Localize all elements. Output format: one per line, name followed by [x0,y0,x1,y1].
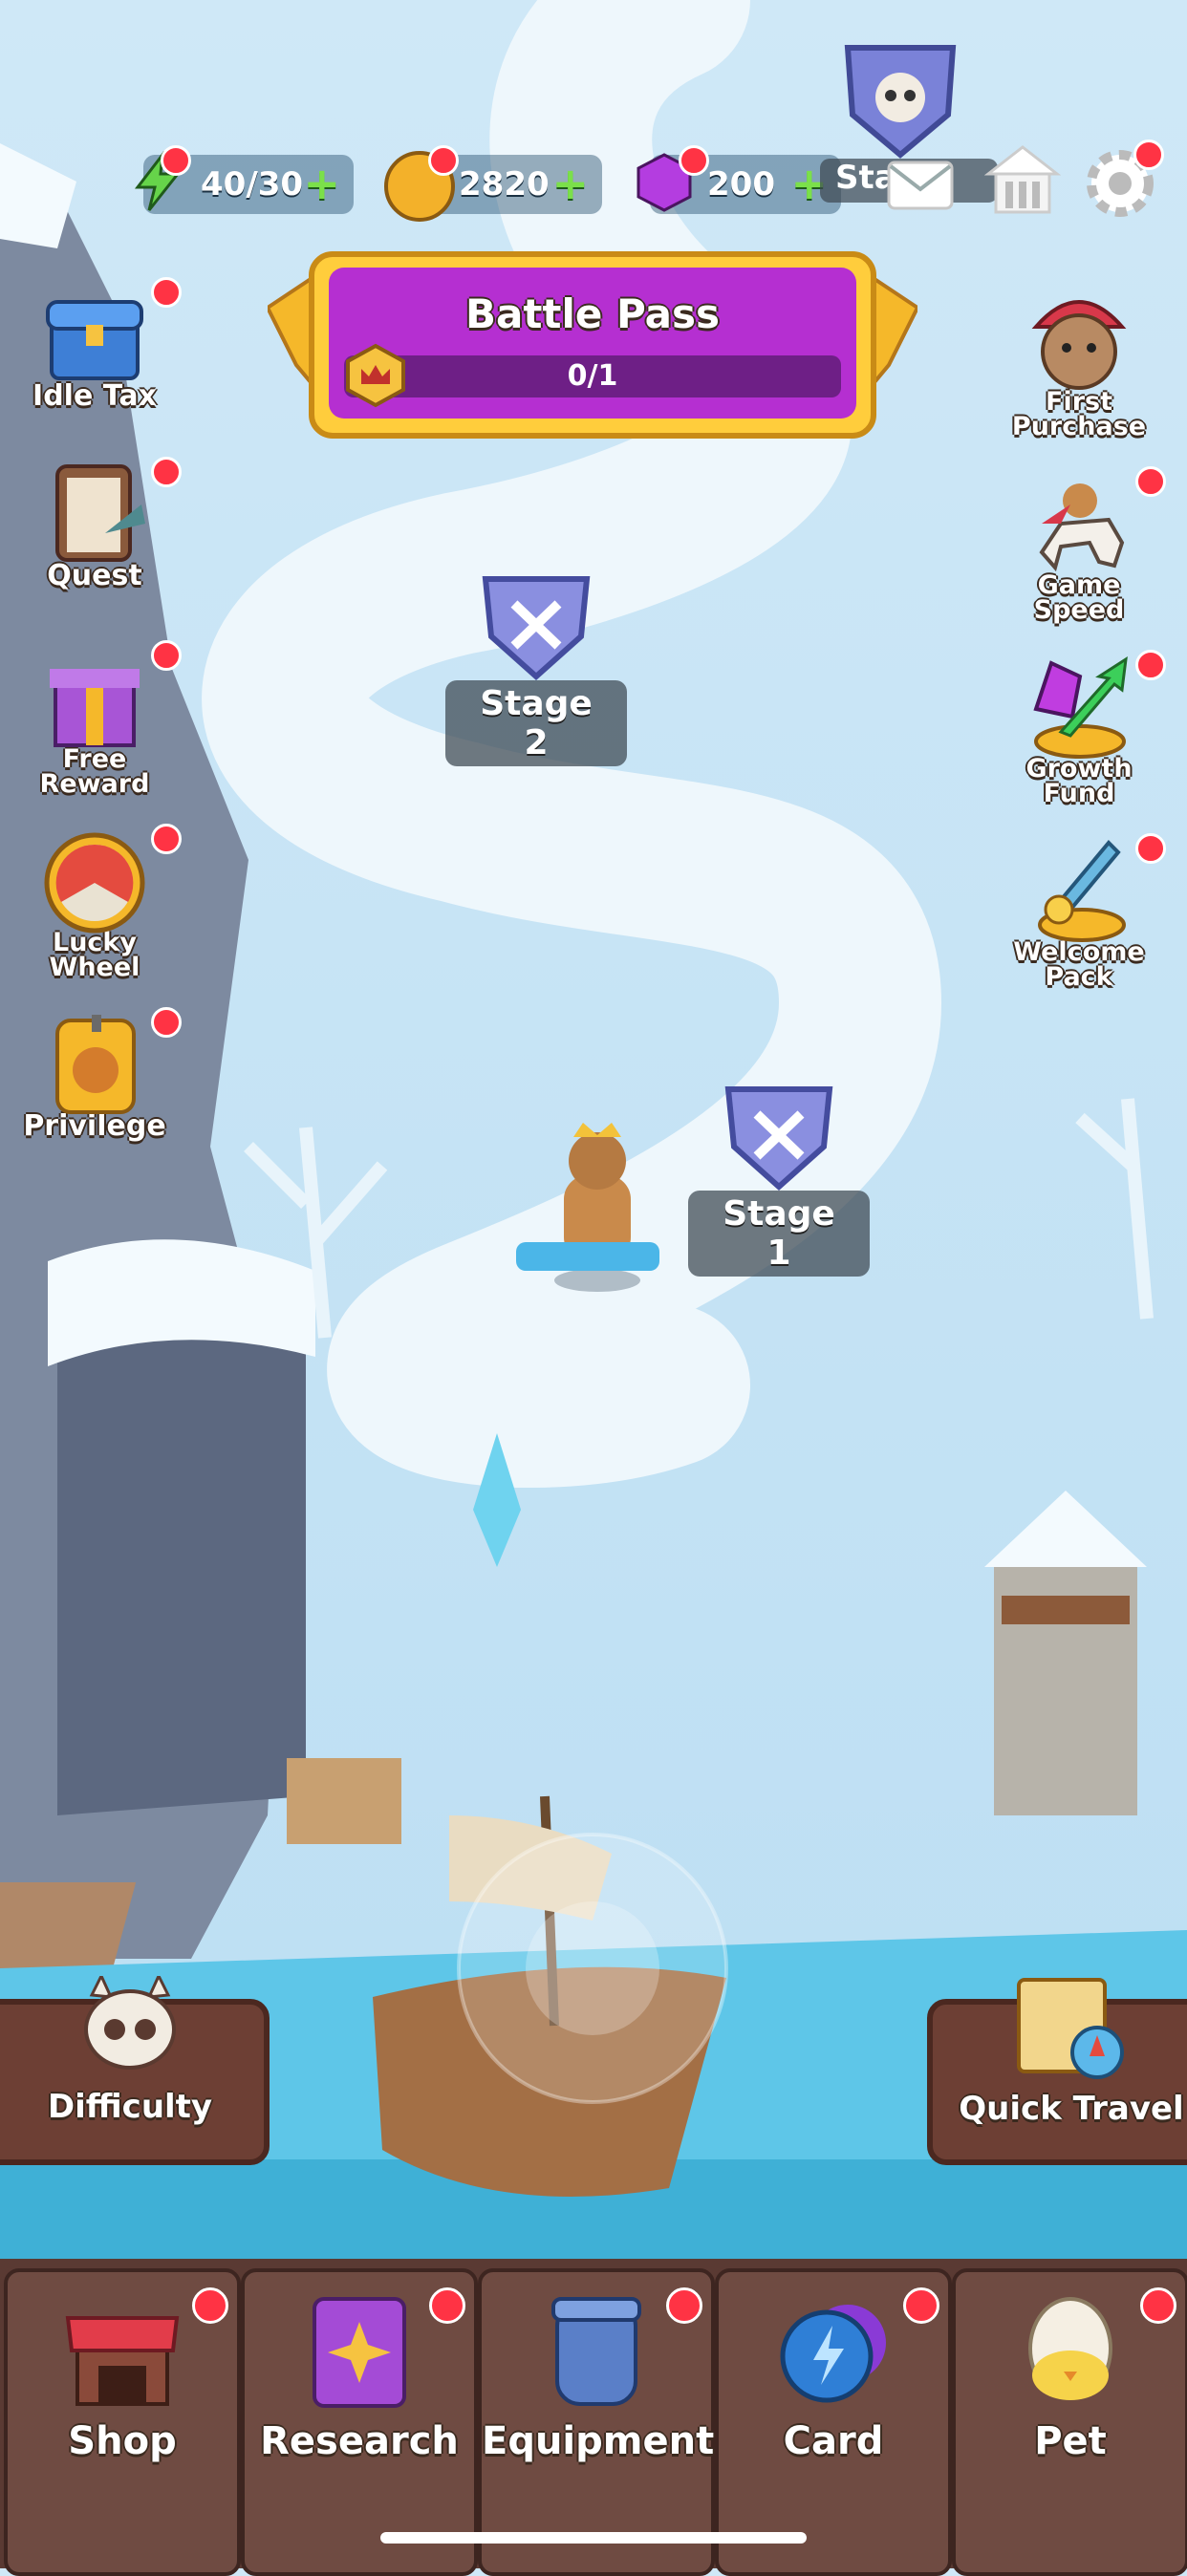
nav-research[interactable]: Research [241,2268,478,2576]
gear-icon[interactable] [1080,140,1164,224]
battle-pass-progress-bar: 0/1 [344,355,841,397]
difficulty-label: Difficulty [47,2088,213,2126]
skull-shield-icon [844,45,957,159]
mail-icon[interactable] [887,161,954,210]
nav-shop-label: Shop [68,2419,177,2463]
gem-counter[interactable]: 200 + [637,145,841,214]
egg-chick-icon [1008,2287,1176,2414]
gold-counter[interactable]: 2820 + [384,145,602,222]
research-badge [429,2287,465,2324]
energy-badge [161,145,191,176]
card-lightning-icon [771,2287,939,2414]
idle-tax-badge [151,277,182,308]
horse-rider-icon [1023,466,1166,579]
nav-card[interactable]: Card [715,2268,952,2576]
free-reward-badge [151,640,182,671]
growth-fund-button[interactable]: Growth Fund [998,650,1166,808]
nav-pet-label: Pet [1034,2419,1107,2463]
gift-box-icon [38,640,182,753]
treasure-chest-icon [38,277,182,390]
crossed-swords-shield-icon [724,1086,833,1191]
settings-badge [1133,140,1164,170]
welcome-pack-badge [1135,833,1166,864]
energy-value: 40/30 [201,165,304,204]
growth-gems-icon [1023,650,1166,762]
quest-button[interactable]: Quest [13,457,182,590]
first-purchase-button[interactable]: First Purchase [998,283,1160,440]
nav-research-label: Research [260,2419,459,2463]
pet-badge [1140,2287,1176,2324]
equipment-pot-icon [534,2287,702,2414]
privilege-badge [151,1007,182,1038]
cat-merchant-icon [1023,283,1135,396]
battle-pass-title: Battle Pass [464,290,720,337]
add-gold-button[interactable]: + [551,161,589,205]
difficulty-button[interactable]: Difficulty [0,1972,270,2165]
energy-counter[interactable]: 40/30 + [134,145,354,214]
privilege-button[interactable]: Privilege [13,1007,182,1141]
shop-badge [192,2287,228,2324]
bottom-nav: Shop Research Equipment Card Pet [0,2259,1187,2576]
gem-value: 200 [707,165,775,204]
crown-badge-icon [346,343,405,408]
nav-equipment-label: Equipment [482,2419,715,2463]
growth-fund-label: Growth Fund [1025,754,1133,808]
clipboard-icon [38,457,182,569]
idle-tax-button[interactable]: Idle Tax [13,277,182,411]
gold-badge [428,145,459,176]
stage-2-marker[interactable]: Stage 2 [445,569,627,766]
nav-pet[interactable]: Pet [952,2268,1187,2576]
boss-stage-marker[interactable] [833,38,967,162]
equipment-badge [666,2287,702,2324]
quick-travel-button[interactable]: Quick Travel [927,1978,1187,2165]
game-speed-badge [1135,466,1166,497]
map-compass-icon [1017,1978,1124,2079]
lucky-wheel-label: Lucky Wheel [49,928,140,982]
free-reward-button[interactable]: Free Reward [13,640,182,799]
home-indicator[interactable] [380,2532,807,2544]
free-reward-label: Free Reward [39,744,150,799]
quest-badge [151,457,182,487]
lucky-wheel-badge [151,824,182,854]
nav-shop[interactable]: Shop [4,2268,241,2576]
growth-fund-badge [1135,650,1166,680]
add-energy-button[interactable]: + [303,161,340,205]
research-book-icon [297,2287,465,2414]
battle-pass-banner[interactable]: Battle Pass 0/1 [268,250,917,441]
welcome-pack-button[interactable]: Welcome Pack [998,833,1166,992]
nav-equipment[interactable]: Equipment [478,2268,715,2576]
gold-value: 2820 [459,165,550,204]
home-icon[interactable] [983,143,1062,216]
first-purchase-label: First Purchase [1011,387,1147,441]
quick-travel-label: Quick Travel [959,2090,1184,2128]
wheel-icon [38,824,182,936]
ticket-icon [38,1007,182,1120]
shop-stall-icon [60,2287,228,2414]
nav-card-label: Card [783,2419,884,2463]
crossed-swords-shield-icon [482,576,591,681]
game-speed-label: Game Speed [1033,570,1125,625]
welcome-pack-label: Welcome Pack [1013,937,1145,992]
stage-1-label: Stage 1 [688,1191,870,1277]
stage-1-marker[interactable]: Stage 1 [688,1080,870,1277]
lucky-wheel-button[interactable]: Lucky Wheel [13,824,182,982]
skull-icon [84,1972,176,2070]
gem-badge [679,145,709,176]
gold-sword-icon [1023,833,1166,946]
battle-pass-progress-text: 0/1 [567,359,618,393]
stage-2-label: Stage 2 [445,680,627,766]
card-badge [903,2287,939,2324]
game-speed-button[interactable]: Game Speed [998,466,1166,625]
